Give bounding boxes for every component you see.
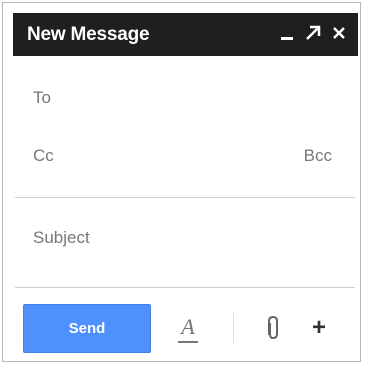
window-controls: [276, 21, 350, 45]
paperclip-icon[interactable]: [263, 313, 283, 343]
toolbar-separator: [233, 313, 234, 343]
divider: [15, 197, 355, 198]
close-icon[interactable]: [328, 21, 350, 45]
compose-titlebar[interactable]: New Message: [13, 13, 358, 56]
divider: [15, 287, 355, 288]
bcc-link[interactable]: Bcc: [304, 146, 332, 166]
cc-field[interactable]: Cc: [33, 146, 54, 166]
minimize-icon[interactable]: [276, 21, 298, 45]
format-text-label: A: [181, 314, 195, 339]
popout-icon[interactable]: [302, 21, 324, 45]
plus-icon[interactable]: +: [312, 316, 326, 340]
format-underline: [178, 341, 198, 343]
format-text-icon[interactable]: A: [178, 314, 198, 343]
to-field[interactable]: To: [33, 88, 51, 108]
send-button[interactable]: Send: [23, 304, 151, 353]
subject-field[interactable]: Subject: [33, 228, 90, 248]
compose-title: New Message: [27, 24, 150, 45]
compose-window: New Message To Cc Bcc Subject Send A +: [2, 2, 361, 362]
